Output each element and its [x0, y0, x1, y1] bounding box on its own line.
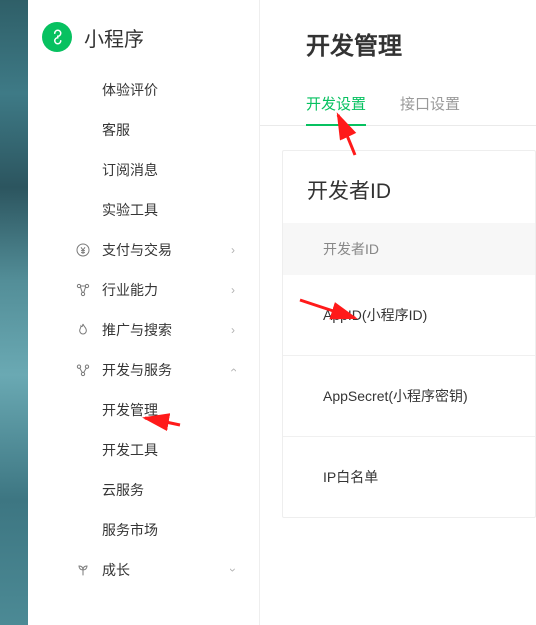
tab-api-settings[interactable]: 接口设置	[400, 93, 460, 126]
sidebar-group-dev[interactable]: 开发与服务 ›	[28, 350, 259, 390]
sidebar-item-subscribe[interactable]: 订阅消息	[28, 150, 259, 190]
nodes-icon	[74, 281, 92, 299]
card-row-appid: AppID(小程序ID)	[283, 275, 535, 356]
chevron-right-icon: ›	[231, 243, 235, 257]
chevron-right-icon: ›	[231, 323, 235, 337]
yen-icon	[74, 241, 92, 259]
miniprogram-icon	[42, 22, 72, 52]
card-row-ipwhitelist: IP白名单	[283, 437, 535, 517]
sidebar-item-customer-service[interactable]: 客服	[28, 110, 259, 150]
sidebar-item-cloud[interactable]: 云服务	[28, 470, 259, 510]
developer-id-card: 开发者ID 开发者ID AppID(小程序ID) AppSecret(小程序密钥…	[282, 150, 536, 518]
sidebar-item-lab-tools[interactable]: 实验工具	[28, 190, 259, 230]
page-title: 开发管理	[260, 26, 536, 61]
sidebar-group-promote[interactable]: 推广与搜索 ›	[28, 310, 259, 350]
plant-icon	[74, 561, 92, 579]
sidebar-group-pay[interactable]: 支付与交易 ›	[28, 230, 259, 270]
main-content: 开发管理 开发设置 接口设置 开发者ID 开发者ID AppID(小程序ID) …	[260, 0, 536, 625]
card-row-appsecret: AppSecret(小程序密钥)	[283, 356, 535, 437]
card-title: 开发者ID	[283, 151, 535, 223]
sidebar-item-dev-tools[interactable]: 开发工具	[28, 430, 259, 470]
sidebar-group-growth[interactable]: 成长 ›	[28, 550, 259, 590]
tabs: 开发设置 接口设置	[260, 93, 536, 126]
sidebar: 小程序 体验评价 客服 订阅消息 实验工具 支付与交易 › 行业能力 › 推广与…	[28, 0, 260, 625]
brand-title: 小程序	[84, 23, 144, 52]
sidebar-item-experience[interactable]: 体验评价	[28, 70, 259, 110]
card-column-header: 开发者ID	[283, 223, 535, 275]
decorative-left-strip	[0, 0, 28, 625]
chevron-right-icon: ›	[231, 283, 235, 297]
sidebar-item-dev-manage[interactable]: 开发管理	[28, 390, 259, 430]
chevron-down-icon: ›	[226, 568, 240, 572]
sidebar-item-market[interactable]: 服务市场	[28, 510, 259, 550]
tab-dev-settings[interactable]: 开发设置	[306, 93, 366, 126]
chevron-up-icon: ›	[226, 368, 240, 372]
brand[interactable]: 小程序	[28, 22, 259, 70]
dev-icon	[74, 361, 92, 379]
sidebar-group-industry[interactable]: 行业能力 ›	[28, 270, 259, 310]
flame-icon	[74, 321, 92, 339]
